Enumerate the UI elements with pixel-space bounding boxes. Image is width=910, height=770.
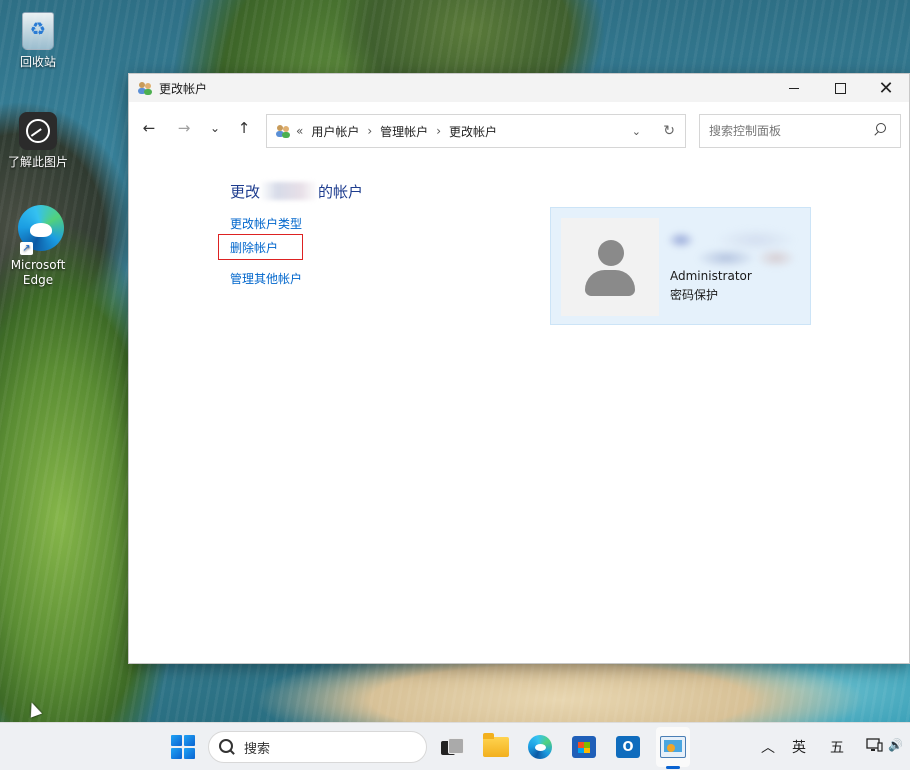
show-hidden-icons-button[interactable]: ︿ <box>761 737 775 757</box>
annotation-highlight-box <box>218 234 303 260</box>
taskbar-search-label: 搜索 <box>244 741 271 757</box>
file-explorer-button[interactable] <box>480 731 512 763</box>
microsoft-store-icon <box>572 736 596 758</box>
folder-icon <box>483 733 509 757</box>
task-view-icon <box>441 738 464 756</box>
active-indicator <box>666 766 680 769</box>
breadcrumb-manage-accounts[interactable]: 管理帐户 <box>380 123 428 140</box>
recent-locations-button[interactable]: ⌄ <box>203 116 227 140</box>
outlook-button[interactable]: O <box>612 731 644 763</box>
search-icon <box>219 739 235 755</box>
account-card: Administrator 密码保护 <box>550 207 811 325</box>
learn-about-picture-icon <box>18 112 58 152</box>
control-panel-icon <box>660 736 686 758</box>
close-icon: ✕ <box>878 77 894 99</box>
breadcrumb-separator-icon: › <box>436 124 441 138</box>
shortcut-arrow-icon: ↗ <box>20 242 33 255</box>
forward-button[interactable]: → <box>172 116 196 140</box>
redacted-account-name <box>666 228 811 272</box>
ime-mode-indicator[interactable]: 五 <box>830 737 844 757</box>
outlook-icon: O <box>616 736 640 758</box>
volume-icon[interactable]: 🔊 <box>888 738 903 752</box>
back-arrow-icon: ← <box>142 119 156 137</box>
start-button[interactable] <box>167 731 199 763</box>
maximize-button[interactable] <box>817 74 863 102</box>
breadcrumb-user-accounts[interactable]: 用户帐户 <box>311 123 359 140</box>
network-icon[interactable] <box>866 737 884 757</box>
search-control-panel[interactable] <box>699 114 901 148</box>
address-dropdown-icon[interactable]: ⌄ <box>632 125 641 138</box>
up-button[interactable]: ↑ <box>232 116 256 140</box>
breadcrumb-overflow-icon[interactable]: « <box>296 124 303 138</box>
title-bar[interactable]: 更改帐户 ✕ <box>129 74 909 102</box>
change-account-type-link[interactable]: 更改帐户类型 <box>230 215 302 232</box>
minimize-button[interactable] <box>771 74 817 102</box>
desktop-icon-recycle-bin[interactable]: 回收站 <box>0 12 76 70</box>
edge-icon <box>528 735 552 759</box>
desktop-icon-label: Microsoft Edge <box>10 258 66 287</box>
window-title: 更改帐户 <box>159 81 208 96</box>
user-silhouette-icon <box>598 240 624 266</box>
taskbar: 搜索 O ︿ 英 五 🔊 <box>0 722 910 770</box>
desktop-icon-label: 了解此图片 <box>7 155 68 169</box>
change-account-window: 更改帐户 ✕ ← → ⌄ ↑ « 用户帐户 › 管理帐户 › 更改帐户 ⌄ ↻ … <box>128 73 910 664</box>
edge-taskbar-button[interactable] <box>524 731 556 763</box>
breadcrumb-change-account[interactable]: 更改帐户 <box>449 123 497 140</box>
edge-icon: ↗ <box>18 205 64 255</box>
up-arrow-icon: ↑ <box>237 119 251 137</box>
manage-other-accounts-link[interactable]: 管理其他帐户 <box>230 270 302 287</box>
recycle-bin-icon <box>18 12 58 52</box>
main-content: 更改 的帐户 更改帐户类型 删除帐户 管理其他帐户 Administrator 密… <box>129 154 909 664</box>
account-type: Administrator <box>670 269 752 283</box>
close-button[interactable]: ✕ <box>863 74 909 102</box>
ime-language-indicator[interactable]: 英 <box>792 737 806 757</box>
search-icon[interactable] <box>874 123 888 137</box>
desktop-icon-label: 回收站 <box>19 55 56 69</box>
taskbar-search[interactable]: 搜索 <box>208 731 427 763</box>
control-panel-taskbar-button[interactable] <box>657 731 689 763</box>
address-bar[interactable]: « 用户帐户 › 管理帐户 › 更改帐户 ⌄ ↻ <box>266 114 686 148</box>
user-accounts-icon <box>275 123 291 139</box>
password-status: 密码保护 <box>670 288 719 302</box>
chevron-down-icon: ⌄ <box>209 121 221 135</box>
store-button[interactable] <box>568 731 600 763</box>
back-button[interactable]: ← <box>137 116 161 140</box>
desktop-icon-learn-about-picture[interactable]: 了解此图片 <box>0 112 76 170</box>
refresh-icon[interactable]: ↻ <box>663 123 675 139</box>
user-accounts-icon <box>137 80 153 96</box>
avatar <box>561 218 659 316</box>
desktop-icon-edge[interactable]: ↗ Microsoft Edge <box>0 205 76 288</box>
forward-arrow-icon: → <box>177 119 191 137</box>
redacted-username <box>260 182 319 200</box>
search-input[interactable] <box>709 124 869 138</box>
windows-logo-icon <box>171 735 195 759</box>
task-view-button[interactable] <box>436 731 468 763</box>
breadcrumb-separator-icon: › <box>367 124 373 138</box>
page-title: 更改 的帐户 <box>230 182 364 201</box>
